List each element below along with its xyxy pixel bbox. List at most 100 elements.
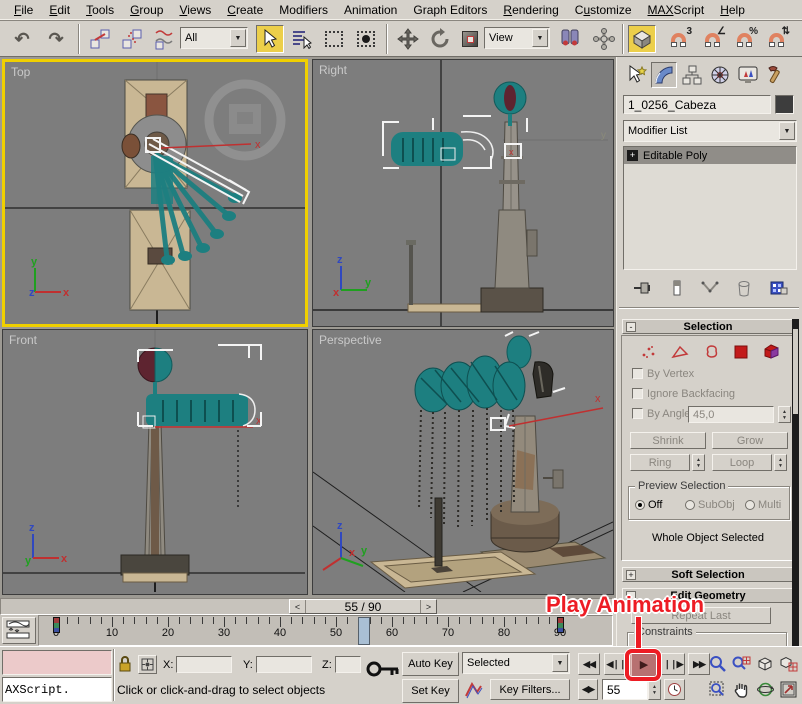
keyframe-marker[interactable] — [53, 617, 60, 633]
maximize-viewport-toggle[interactable] — [777, 678, 799, 700]
zoom-all-button[interactable] — [730, 652, 752, 674]
menu-modifiers[interactable]: Modifiers — [271, 1, 336, 19]
x-coordinate-field[interactable] — [176, 656, 232, 673]
menu-group[interactable]: Group — [122, 1, 171, 19]
bind-to-spacewarp-button[interactable] — [150, 25, 178, 53]
menu-customize[interactable]: Customize — [567, 1, 640, 19]
window-crossing-toggle-button[interactable] — [352, 25, 380, 53]
time-slider-track[interactable]: < 55 / 90 > — [0, 598, 613, 615]
select-and-move-button[interactable] — [394, 25, 422, 53]
maxscript-listener-output[interactable] — [2, 650, 112, 675]
tab-create[interactable] — [623, 62, 649, 88]
edge-mode-icon[interactable] — [671, 345, 689, 359]
remove-modifier-icon[interactable] — [737, 280, 751, 297]
timeline-ruler[interactable]: 0102030405060708090 — [38, 615, 613, 646]
zoom-button[interactable] — [706, 652, 728, 674]
soft-selection-rollout-header[interactable]: + Soft Selection — [622, 567, 794, 582]
panel-scrollbar[interactable] — [792, 319, 799, 646]
spinner-snap-button[interactable]: ⇅ — [762, 25, 790, 53]
collapse-icon[interactable]: - — [626, 322, 636, 332]
radio[interactable] — [745, 500, 755, 510]
time-slider-handle[interactable]: < 55 / 90 > — [289, 599, 437, 614]
key-mode-toggle-button[interactable]: ◀▶ — [578, 679, 598, 700]
make-unique-icon[interactable] — [701, 280, 719, 296]
snap-toggle-3d-button[interactable]: 3 — [664, 25, 692, 53]
menu-edit[interactable]: Edit — [41, 1, 78, 19]
shrink-button[interactable]: Shrink — [630, 432, 706, 449]
checkbox[interactable] — [632, 388, 643, 399]
select-and-scale-button[interactable] — [456, 25, 484, 53]
rectangular-selection-region-button[interactable] — [320, 25, 348, 53]
keyframe-marker[interactable] — [557, 617, 564, 633]
region-zoom-button[interactable] — [706, 678, 728, 700]
preview-multi-radio[interactable]: Multi — [745, 499, 781, 511]
checkbox[interactable] — [632, 408, 643, 419]
viewport-front[interactable]: Front — [2, 329, 308, 595]
tab-modify[interactable] — [651, 62, 677, 88]
by-angle-spinner[interactable]: ▲▼ — [778, 406, 791, 423]
selection-rollout-header[interactable]: - Selection — [622, 319, 794, 334]
redo-button[interactable]: ↷ — [42, 25, 70, 53]
preview-off-radio[interactable]: Off — [635, 499, 662, 511]
preview-subobj-radio[interactable]: SubObj — [685, 499, 735, 511]
modifier-stack[interactable]: + Editable Poly — [623, 146, 797, 270]
polygon-mode-icon[interactable] — [734, 345, 748, 359]
menu-maxscript[interactable]: MAXScript — [640, 1, 713, 19]
selection-lock-icon[interactable] — [118, 655, 132, 673]
zoom-extents-button[interactable] — [754, 652, 776, 674]
selection-set-dropdown[interactable]: Selected ▼ — [462, 652, 570, 674]
use-pivot-center-button[interactable] — [556, 25, 584, 53]
loop-button[interactable]: Loop — [712, 454, 772, 471]
pin-stack-icon[interactable] — [632, 280, 652, 296]
percent-snap-button[interactable]: % — [730, 25, 758, 53]
select-by-name-button[interactable] — [288, 25, 316, 53]
tab-hierarchy[interactable] — [679, 62, 705, 88]
element-mode-icon[interactable] — [763, 344, 780, 359]
zoom-extents-all-button[interactable] — [777, 652, 799, 674]
object-color-swatch[interactable] — [775, 95, 794, 114]
previous-frame-arrow[interactable]: < — [290, 600, 306, 613]
set-keys-key-icon[interactable] — [366, 659, 400, 679]
menu-graph-editors[interactable]: Graph Editors — [405, 1, 495, 19]
viewport-top[interactable]: Top — [2, 59, 308, 327]
set-key-button[interactable]: Set Key — [402, 679, 459, 703]
menu-help[interactable]: Help — [712, 1, 753, 19]
tab-motion[interactable] — [707, 62, 733, 88]
radio-on[interactable] — [635, 500, 645, 510]
menu-tools[interactable]: Tools — [78, 1, 122, 19]
z-coordinate-field[interactable] — [335, 656, 361, 673]
vertex-mode-icon[interactable] — [640, 345, 656, 359]
frame-spinner[interactable]: ▲▼ — [648, 679, 661, 700]
menu-views[interactable]: Views — [171, 1, 219, 19]
loop-spinner[interactable]: ▲▼ — [774, 454, 787, 471]
orbit-button[interactable] — [754, 678, 776, 700]
by-angle-checkbox[interactable]: By Angle: — [632, 408, 693, 420]
by-vertex-checkbox[interactable]: By Vertex — [632, 368, 694, 380]
undo-button[interactable]: ↶ — [8, 25, 36, 53]
tab-display[interactable] — [735, 62, 761, 88]
menu-create[interactable]: Create — [219, 1, 271, 19]
select-and-manipulate-button[interactable] — [590, 25, 618, 53]
new-keyable-icon[interactable] — [464, 680, 486, 700]
viewport-right[interactable]: Right y — [312, 59, 614, 327]
checkbox[interactable] — [632, 368, 643, 379]
modifier-list-dropdown[interactable]: Modifier List ▼ — [623, 120, 797, 142]
menu-rendering[interactable]: Rendering — [495, 1, 566, 19]
border-mode-icon[interactable] — [704, 344, 719, 359]
scrollbar-thumb[interactable] — [793, 329, 798, 414]
object-name-field[interactable]: 1_0256_Cabeza — [623, 95, 771, 114]
viewport-perspective[interactable]: Perspective — [312, 329, 614, 595]
grow-button[interactable]: Grow — [712, 432, 788, 449]
radio[interactable] — [685, 500, 695, 510]
next-frame-button[interactable]: ❘❘▶ — [661, 653, 685, 675]
by-angle-field[interactable]: 45,0 — [688, 406, 774, 423]
snaps-toggle-button[interactable] — [628, 25, 656, 53]
menu-file[interactable]: File — [6, 1, 41, 19]
absolute-offset-toggle[interactable] — [138, 655, 157, 674]
y-coordinate-field[interactable] — [256, 656, 312, 673]
expand-icon[interactable]: + — [627, 150, 638, 161]
pan-button[interactable] — [730, 678, 752, 700]
select-and-rotate-button[interactable] — [426, 25, 454, 53]
unlink-selection-button[interactable] — [118, 25, 146, 53]
angle-snap-button[interactable]: ∠ — [698, 25, 726, 53]
